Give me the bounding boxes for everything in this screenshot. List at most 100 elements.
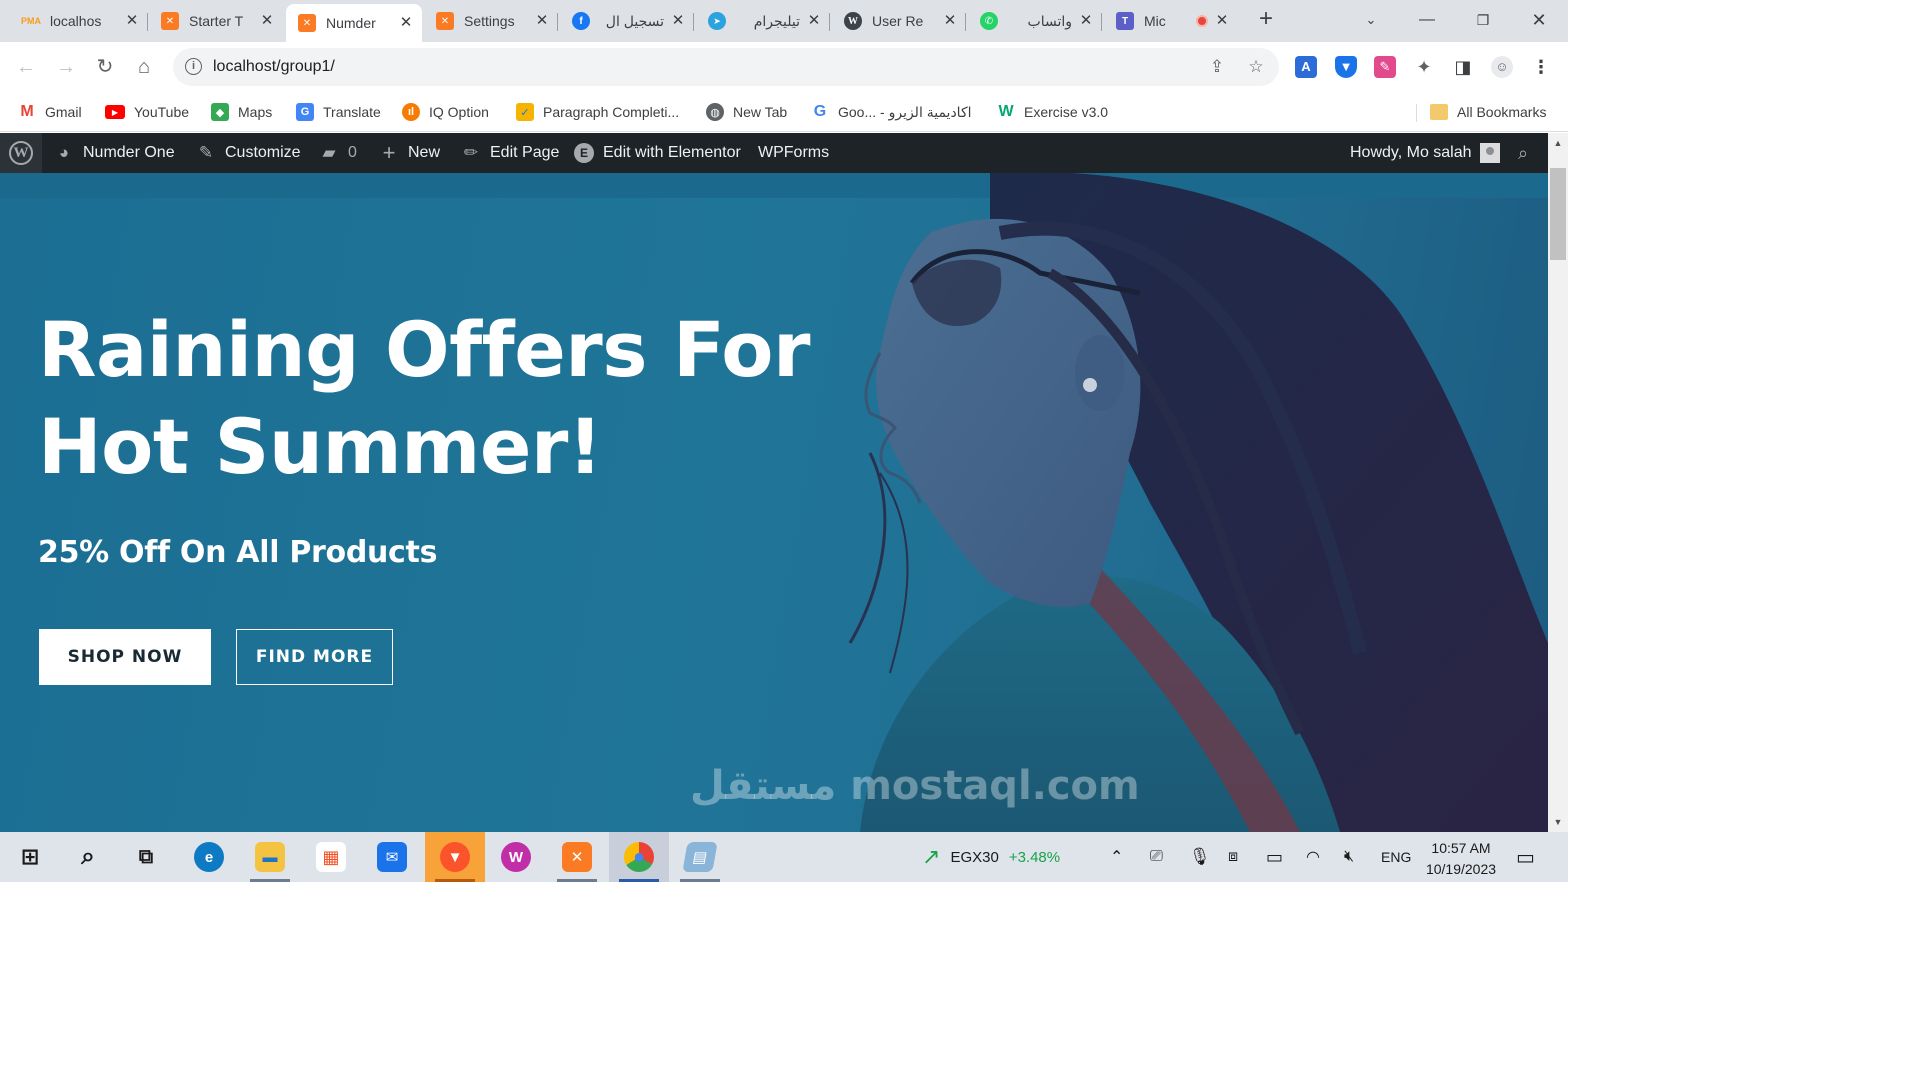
search-icon[interactable]: ⌕ (1518, 133, 1528, 173)
screen-capture-icon[interactable]: ⧈ (1228, 832, 1238, 882)
bookmark-youtube[interactable]: ▶ YouTube (105, 101, 189, 123)
wp-edit-page[interactable]: ✏ Edit Page (461, 133, 560, 173)
restore-icon[interactable]: ❐ (1469, 6, 1497, 34)
home-icon[interactable]: ⌂ (132, 55, 156, 79)
minimize-icon[interactable]: — (1413, 6, 1441, 34)
meet-now-icon[interactable]: ⎚ (1150, 832, 1163, 882)
extension-translate-icon[interactable]: A (1295, 56, 1317, 78)
extension-shield-icon[interactable]: ▼ (1335, 56, 1357, 78)
share-icon[interactable]: ⇪ (1207, 57, 1227, 77)
xampp-icon: ✕ (562, 842, 592, 872)
close-icon[interactable]: ✕ (806, 13, 822, 29)
taskbar-edge[interactable]: e (179, 832, 239, 882)
wp-account-menu[interactable]: Howdy, Mo salah (1350, 133, 1500, 173)
window-close-icon[interactable]: ✕ (1525, 6, 1553, 34)
taskbar-notepad[interactable]: ▤ (670, 832, 730, 882)
bookmark-paragraph-completion[interactable]: ✓ Paragraph Completi... (516, 101, 679, 123)
side-panel-icon[interactable]: ◨ (1452, 56, 1474, 78)
tab-whatsapp[interactable]: ✆ واتساب ✕ (968, 4, 1102, 38)
bookmark-maps[interactable]: ◆ Maps (211, 101, 272, 123)
url-text[interactable]: localhost/group1/ (213, 58, 335, 76)
bookmark-google-academy[interactable]: G Goo... - اكاديمية الزيرو (811, 101, 972, 123)
scroll-down-arrow-icon[interactable]: ▼ (1548, 812, 1568, 832)
battery-icon[interactable]: ▭ (1266, 832, 1283, 882)
wordpress-icon: W (9, 141, 33, 165)
tab-telegram[interactable]: ➤ تيليجرام ✕ (696, 4, 830, 38)
extensions-puzzle-icon[interactable]: ✦ (1413, 56, 1435, 78)
scroll-up-arrow-icon[interactable]: ▲ (1548, 133, 1568, 153)
running-indicator (435, 879, 475, 882)
microphone-icon[interactable]: 🎙︎ (1189, 832, 1211, 882)
new-tab-button[interactable]: + (1254, 7, 1278, 32)
back-arrow-icon[interactable]: ← (14, 55, 38, 79)
volume-muted-icon[interactable]: 🔇︎ (1344, 832, 1354, 882)
wp-customize[interactable]: ✎ Customize (196, 133, 301, 173)
task-view-button[interactable]: ⧉ (116, 832, 176, 882)
stock-ticker-widget[interactable]: ↗ EGX30 +3.48% (922, 832, 1060, 882)
bookmark-label: Goo... - اكاديمية الزيرو (838, 103, 972, 120)
bookmark-label: Exercise v3.0 (1024, 104, 1109, 120)
close-icon[interactable]: ✕ (1078, 13, 1094, 29)
tab-facebook[interactable]: f تسجيل ال ✕ (560, 4, 694, 38)
address-bar[interactable]: i localhost/group1/ ⇪ ☆ (173, 48, 1279, 86)
bookmark-iq-option[interactable]: ıl IQ Option (402, 101, 489, 123)
mail-icon: ✉ (377, 842, 407, 872)
extension-brush-icon[interactable]: ✎ (1374, 56, 1396, 78)
tab-user-registration[interactable]: W User Re ✕ (832, 4, 966, 38)
close-icon[interactable]: ✕ (670, 13, 686, 29)
wp-edit-with-elementor[interactable]: E Edit with Elementor (574, 133, 741, 173)
page-scrollbar[interactable]: ▲ ▼ (1548, 133, 1568, 832)
start-button[interactable]: ⊞ (0, 832, 60, 882)
wp-new[interactable]: + New (379, 133, 440, 173)
reload-icon[interactable]: ↻ (93, 55, 117, 79)
close-icon[interactable]: ✕ (942, 13, 958, 29)
scrollbar-thumb[interactable] (1550, 168, 1566, 260)
language-indicator[interactable]: ENG (1381, 832, 1411, 882)
tab-numder-active[interactable]: ✕ Numder ✕ (286, 4, 422, 42)
bookmark-new-tab[interactable]: ◍ New Tab (706, 101, 787, 123)
close-icon[interactable]: ✕ (534, 13, 550, 29)
close-icon[interactable]: ✕ (1214, 13, 1230, 29)
close-icon[interactable]: ✕ (259, 13, 275, 29)
taskbar-mail[interactable]: ✉ (362, 832, 422, 882)
forward-arrow-icon[interactable]: → (54, 55, 78, 79)
wp-site-name[interactable]: ◕ Numder One (54, 133, 175, 173)
notification-center-icon[interactable]: ▭ (1516, 832, 1535, 882)
windows-taskbar: ⊞ ⌕ ⧉ e ▬ ▦ ✉ ▼ W ✕ ● ▤ ↗ EGX30 +3.48% ⌃ (0, 832, 1568, 882)
wp-wpforms[interactable]: WPForms (758, 133, 829, 173)
running-indicator (680, 879, 720, 882)
close-icon[interactable]: ✕ (124, 13, 140, 29)
search-button[interactable]: ⌕ (58, 832, 118, 882)
wp-comments[interactable]: ▰ 0 (319, 133, 356, 173)
taskbar-wps[interactable]: W (486, 832, 546, 882)
taskbar-brave[interactable]: ▼ (425, 832, 485, 882)
close-icon[interactable]: ✕ (398, 15, 414, 31)
menu-kebab-icon[interactable]: ⋮ (1530, 56, 1552, 78)
system-clock[interactable]: 10:57 AM 10/19/2023 (1418, 838, 1504, 880)
tab-starter[interactable]: ✕ Starter T ✕ (149, 4, 283, 38)
tab-settings[interactable]: ✕ Settings ✕ (424, 4, 558, 38)
site-info-icon[interactable]: i (185, 58, 202, 75)
taskbar-chrome[interactable]: ● (609, 832, 669, 882)
wordpress-logo-button[interactable]: W (0, 133, 42, 173)
bookmark-gmail[interactable]: M Gmail (18, 101, 81, 123)
all-bookmarks-folder[interactable]: All Bookmarks (1430, 101, 1546, 123)
shop-now-button[interactable]: SHOP NOW (39, 629, 211, 685)
wp-wpforms-label: WPForms (758, 144, 830, 161)
bookmarks-bar: M Gmail ▶ YouTube ◆ Maps G Translate ıl … (0, 92, 1568, 132)
show-hidden-icons-chevron-icon[interactable]: ⌃ (1110, 832, 1123, 882)
bookmark-label: Paragraph Completi... (543, 104, 680, 120)
bookmark-translate[interactable]: G Translate (296, 101, 381, 123)
find-more-button[interactable]: FIND MORE (236, 629, 393, 685)
tab-teams[interactable]: T Mic ✕ (1104, 4, 1238, 38)
taskbar-store[interactable]: ▦ (301, 832, 361, 882)
profile-avatar-icon[interactable]: ☺ (1491, 56, 1513, 78)
wifi-icon[interactable]: ◠ (1306, 832, 1320, 882)
bookmark-star-icon[interactable]: ☆ (1246, 57, 1266, 77)
taskbar-file-explorer[interactable]: ▬ (240, 832, 300, 882)
tab-localhost[interactable]: PMA localhos ✕ (10, 4, 148, 38)
taskbar-xampp[interactable]: ✕ (547, 832, 607, 882)
bookmark-exercise[interactable]: W Exercise v3.0 (997, 101, 1108, 123)
tab-search-chevron-icon[interactable]: ⌄ (1357, 6, 1385, 34)
search-icon: ⌕ (81, 843, 95, 870)
